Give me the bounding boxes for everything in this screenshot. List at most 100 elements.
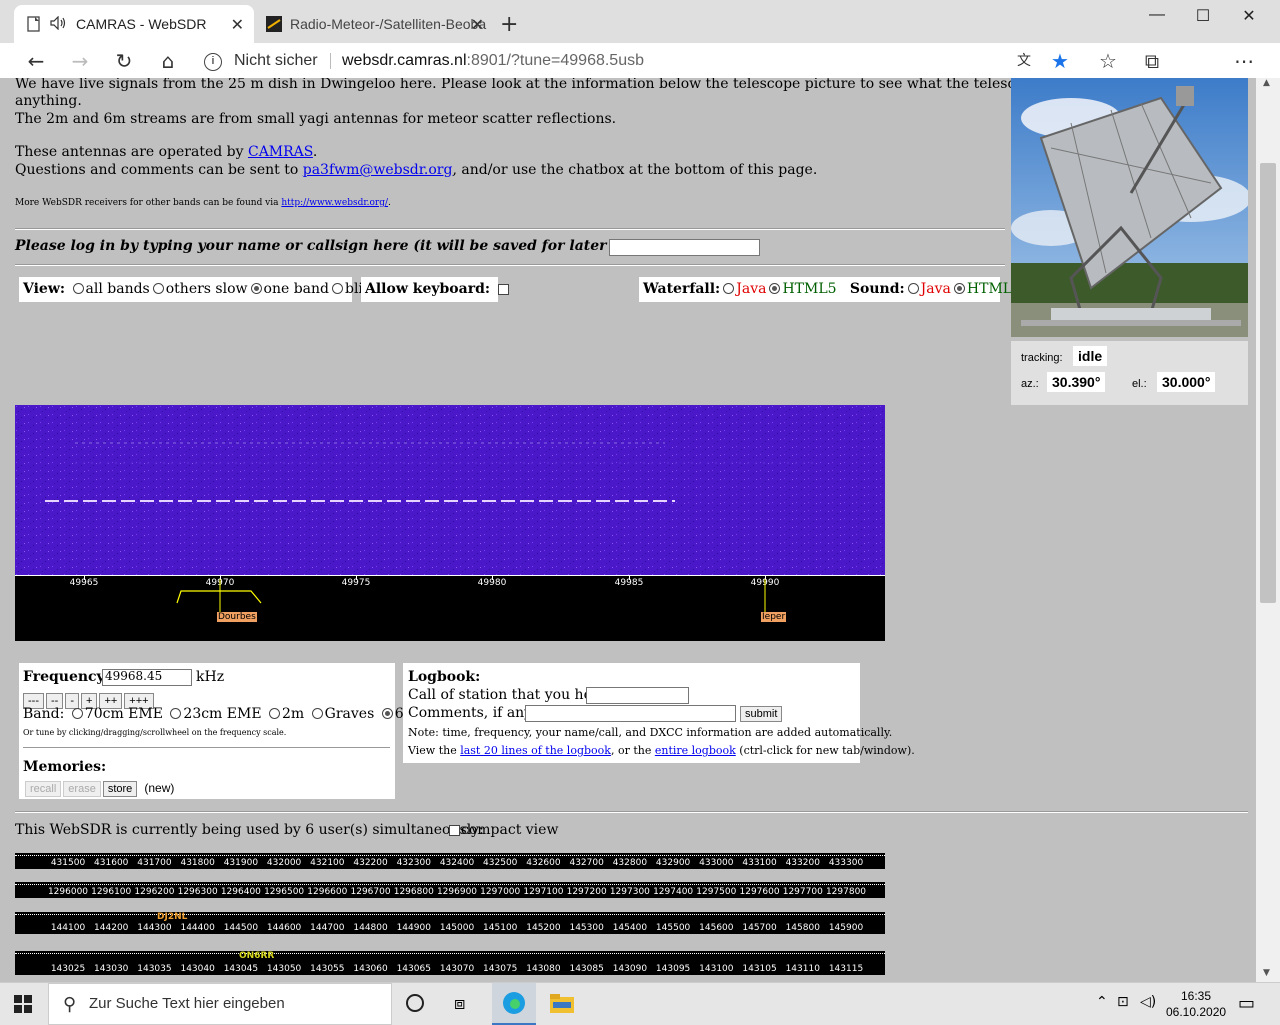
- home-icon[interactable]: ⌂: [156, 49, 180, 73]
- close-tab-icon[interactable]: ✕: [231, 15, 244, 35]
- camras-link[interactable]: CAMRAS: [248, 144, 313, 160]
- scale-tick-label: 145500: [655, 923, 691, 933]
- waterfall-java-radio[interactable]: [723, 282, 735, 294]
- edge-taskbar-button[interactable]: [492, 983, 536, 1025]
- frequency-scale[interactable]: 49965 49970 49975 49980 49985 49990 Dourbes I…: [15, 575, 885, 641]
- sound-java-radio[interactable]: [907, 282, 919, 294]
- scale-tick-label: 1296300: [177, 887, 218, 897]
- band-option-label: 2m: [282, 706, 305, 722]
- scale-tick-label: 143090: [612, 964, 648, 974]
- band-scale[interactable]: 1296000 1296100 1296200 1296300 1296400 12965…: [15, 882, 885, 898]
- scale-tick-label: 145200: [526, 923, 561, 933]
- view-others-slow-radio[interactable]: [152, 282, 164, 294]
- reload-icon[interactable]: ↻: [112, 49, 136, 73]
- file-explorer-icon[interactable]: [550, 993, 574, 1017]
- logbook-comments-input[interactable]: [525, 705, 736, 722]
- favorite-star-icon[interactable]: ★: [1048, 49, 1072, 73]
- windows-start-icon[interactable]: [14, 995, 32, 1017]
- scale-tick-label: 1296500: [264, 887, 305, 897]
- comments-label: Comments, if any:: [408, 705, 537, 721]
- maximize-icon[interactable]: ☐: [1180, 6, 1226, 28]
- volume-icon[interactable]: ◁): [1140, 994, 1156, 1010]
- network-icon[interactable]: ⊡: [1117, 994, 1129, 1010]
- station-label-dourbes[interactable]: Dourbes: [217, 612, 257, 622]
- scale-tick-label: 143085: [569, 964, 604, 974]
- elevation-label: el.:: [1132, 378, 1147, 390]
- frequency-input[interactable]: 49968.45: [102, 669, 192, 686]
- band-scale[interactable]: 143025 143030 143035 143040 143045 143050 1430…: [15, 951, 885, 975]
- questions-text: Questions and comments can be sent to pa…: [15, 162, 817, 178]
- scale-tick-label: 1297000: [480, 887, 521, 897]
- waterfall-html5-radio[interactable]: [769, 282, 781, 294]
- cortana-icon[interactable]: [406, 994, 424, 1012]
- tray-chevron-icon[interactable]: ⌃: [1096, 994, 1108, 1010]
- email-link[interactable]: pa3fwm@websdr.org: [303, 162, 453, 178]
- compact-view-checkbox[interactable]: [449, 824, 460, 836]
- users-count-text: This WebSDR is currently being used by 6…: [15, 822, 484, 838]
- recall-button[interactable]: recall: [25, 781, 62, 797]
- band-scale[interactable]: 144100 144200 144300 144400 144500 144600 1447…: [15, 912, 885, 934]
- scale-tick-label: 1296700: [350, 887, 391, 897]
- page-scrollbar[interactable]: ▲ ▼: [1256, 78, 1280, 982]
- url-field[interactable]: i Nicht sicher websdr.camras.nl:8901/?tu…: [196, 46, 1076, 76]
- url-text: websdr.camras.nl:8901/?tune=49968.5usb: [342, 46, 644, 76]
- scale-tick-label: 1296900: [436, 887, 478, 897]
- waterfall-html5-label: HTML5: [782, 281, 837, 297]
- erase-button[interactable]: erase: [63, 781, 101, 797]
- more-menu-icon[interactable]: ⋯: [1232, 49, 1256, 73]
- station-label-ieper[interactable]: Ieper: [761, 612, 787, 622]
- scale-tick-label: 433000: [699, 858, 734, 868]
- forward-icon[interactable]: →: [68, 49, 92, 73]
- site-favicon-icon: [266, 16, 282, 32]
- scale-tick-label: 1297100: [523, 887, 564, 897]
- back-icon[interactable]: ←: [24, 49, 48, 73]
- band-6m-radio[interactable]: [381, 707, 393, 719]
- station-label[interactable]: ON6RR: [239, 951, 274, 974]
- websdr-org-link[interactable]: http://www.websdr.org/: [281, 198, 388, 208]
- logbook-call-input[interactable]: [586, 687, 689, 704]
- address-bar: ← → ↻ ⌂ i Nicht sicher websdr.camras.nl:…: [0, 43, 1280, 115]
- speaker-icon[interactable]: [50, 15, 68, 33]
- scroll-up-icon[interactable]: ▲: [1263, 78, 1270, 88]
- task-view-icon[interactable]: ⧈: [454, 993, 465, 1014]
- waterfall-display[interactable]: [15, 405, 885, 575]
- band-graves-radio[interactable]: [311, 707, 323, 719]
- scale-tick-label: 1296000: [47, 887, 89, 897]
- websdr-page: We have live signals from the 25 m dish …: [0, 78, 1256, 982]
- sound-html5-radio[interactable]: [953, 282, 965, 294]
- band-23cm-radio[interactable]: [170, 707, 182, 719]
- view-all-bands-radio[interactable]: [72, 282, 84, 294]
- view-label: View:: [23, 281, 66, 297]
- band-70cm-radio[interactable]: [71, 707, 83, 719]
- minimize-icon[interactable]: —: [1134, 6, 1180, 28]
- logbook-submit-button[interactable]: submit: [740, 706, 783, 722]
- info-icon[interactable]: i: [204, 53, 222, 71]
- view-one-band-radio[interactable]: [250, 282, 262, 294]
- tab-radio-meteor[interactable]: Radio-Meteor-/Satelliten-Beoba ✕: [254, 5, 494, 43]
- scrollbar-thumb[interactable]: [1260, 163, 1276, 603]
- scale-tick-label: 432100: [310, 858, 345, 868]
- translate-icon[interactable]: 文: [1012, 49, 1036, 73]
- band-scale[interactable]: 431500 431600 431700 431800 431900 432000 4321…: [15, 853, 885, 869]
- memory-buttons: recall erase store (new): [25, 777, 174, 797]
- favorites-list-icon[interactable]: ☆: [1096, 49, 1120, 73]
- scale-tick-label: 143115: [828, 964, 864, 974]
- callsign-input[interactable]: [609, 239, 760, 256]
- view-blind-radio[interactable]: [331, 282, 343, 294]
- entire-logbook-link[interactable]: entire logbook: [655, 744, 736, 757]
- tab-camras-websdr[interactable]: CAMRAS - WebSDR ✕: [14, 5, 254, 43]
- band-2m-radio[interactable]: [269, 707, 281, 719]
- station-label[interactable]: DJ2NL: [157, 912, 187, 933]
- store-button[interactable]: store: [102, 781, 138, 797]
- collections-icon[interactable]: ⧉: [1140, 49, 1164, 73]
- close-window-icon[interactable]: ✕: [1226, 6, 1272, 28]
- taskbar-search-box[interactable]: ⚲ Zur Suche Text hier eingeben: [48, 983, 392, 1025]
- clock[interactable]: 16:35 06.10.2020: [1166, 988, 1226, 1020]
- allow-keyboard-checkbox[interactable]: [497, 283, 509, 295]
- notifications-icon[interactable]: ▭: [1238, 993, 1255, 1014]
- last-20-lines-link[interactable]: last 20 lines of the logbook: [460, 744, 611, 757]
- close-tab-icon[interactable]: ✕: [471, 15, 484, 35]
- scroll-down-icon[interactable]: ▼: [1263, 968, 1270, 978]
- new-tab-icon[interactable]: +: [500, 12, 518, 37]
- browser-tab-bar: CAMRAS - WebSDR ✕ Radio-Meteor-/Satellit…: [0, 0, 1280, 43]
